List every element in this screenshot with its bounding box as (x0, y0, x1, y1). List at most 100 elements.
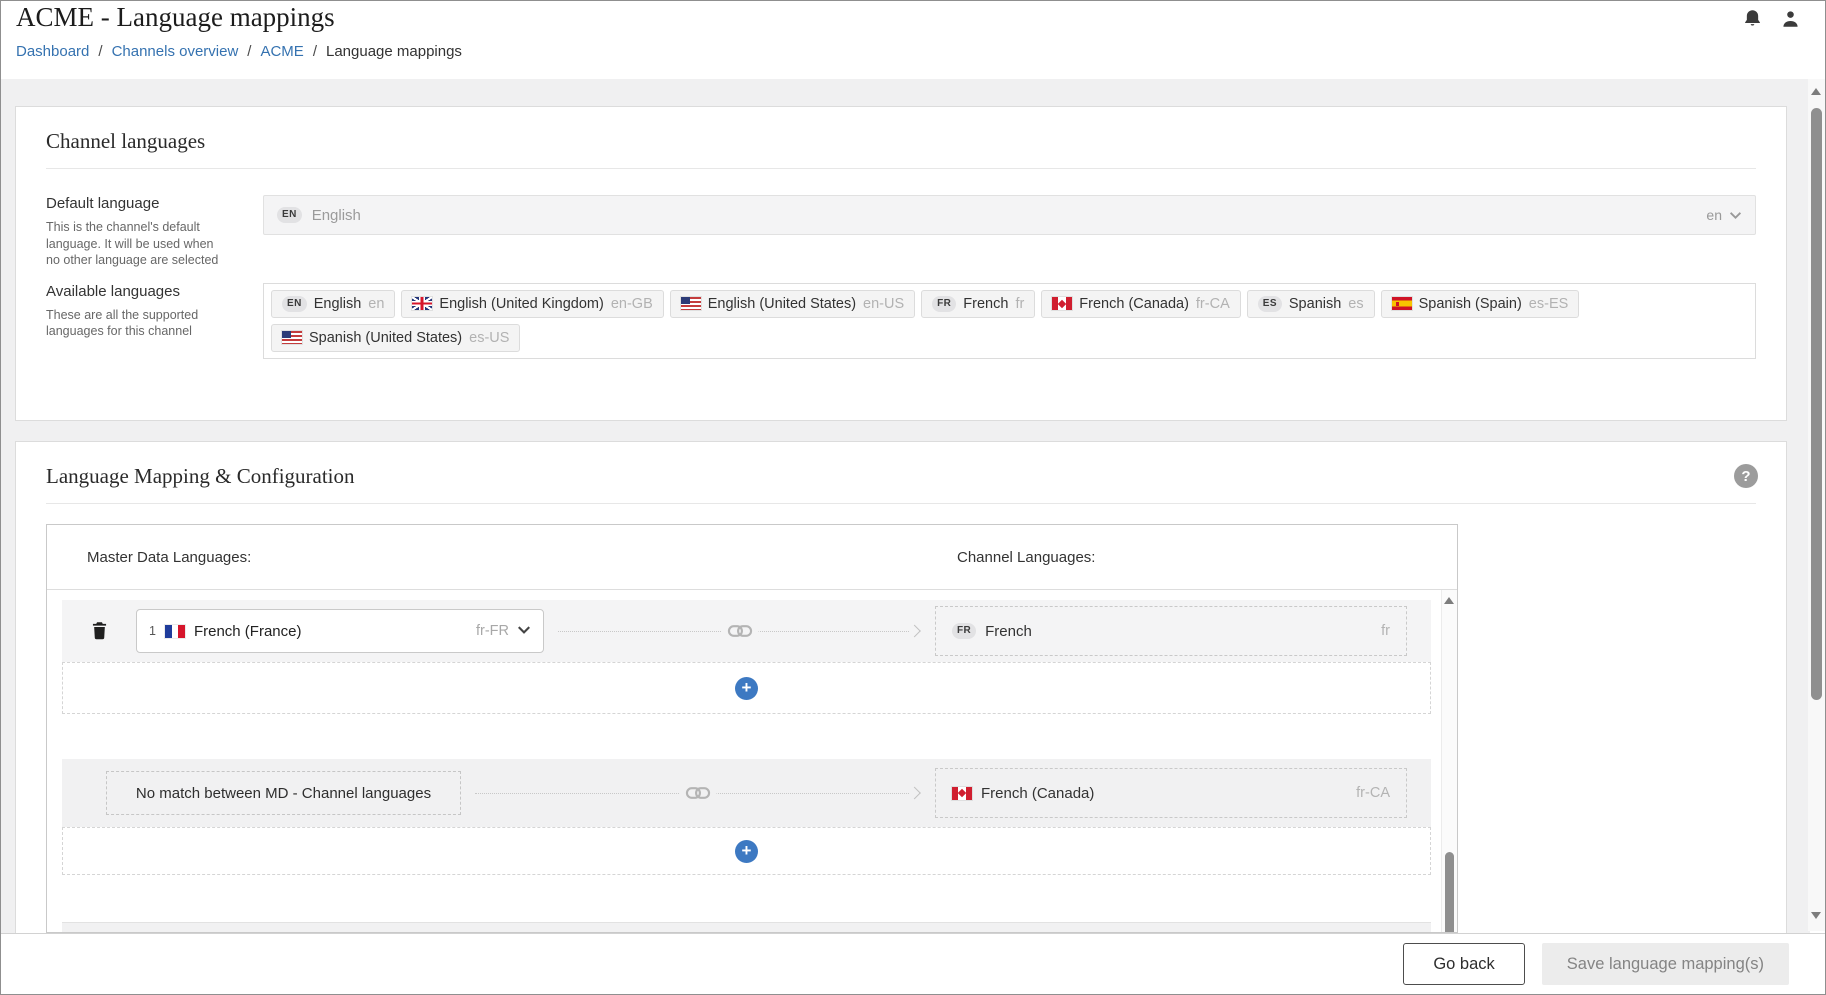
language-tag-code: en-GB (611, 296, 653, 312)
channel-language-code: fr-CA (1356, 785, 1390, 801)
language-tag-name: English (United States) (708, 296, 856, 312)
channel-language-code: fr (1381, 623, 1390, 639)
no-match-placeholder: No match between MD - Channel languages (106, 771, 461, 815)
delete-mapping-button[interactable] (88, 619, 110, 643)
chevron-down-icon (517, 622, 531, 640)
go-back-button[interactable]: Go back (1403, 943, 1524, 985)
scrollbar-thumb[interactable] (1445, 852, 1454, 932)
add-mapping-button[interactable]: + (735, 677, 758, 700)
master-data-languages-column-header: Master Data Languages: (87, 549, 251, 566)
spain-flag-icon (1392, 297, 1412, 310)
default-language-code-area: en (1706, 207, 1742, 223)
language-mapping-header: Language Mapping & Configuration ? (46, 464, 1756, 504)
chevron-down-icon (1729, 207, 1742, 223)
add-mapping-zone: + (62, 827, 1431, 875)
breadcrumb: Dashboard / Channels overview / ACME / L… (16, 43, 462, 60)
page-title: ACME - Language mappings (16, 2, 335, 33)
mapping-table: Master Data Languages: Channel Languages… (46, 524, 1458, 933)
scroll-down-arrow-icon[interactable] (1811, 912, 1821, 919)
language-tag-name: Spanish (1289, 296, 1341, 312)
language-tag: FR French fr (921, 290, 1035, 318)
default-language-code: en (1706, 207, 1722, 223)
language-tag-code: fr-CA (1196, 296, 1230, 312)
save-language-mappings-button[interactable]: Save language mapping(s) (1542, 943, 1789, 985)
breadcrumb-separator: / (247, 43, 251, 60)
breadcrumb-channels-overview[interactable]: Channels overview (112, 43, 239, 60)
language-tag: English (United Kingdom) en-GB (401, 290, 663, 318)
language-tag-name: French (963, 296, 1008, 312)
channel-language-box[interactable]: FR French fr (935, 606, 1407, 656)
default-language-row: Default language This is the channel's d… (16, 195, 1786, 269)
channel-languages-card: Channel languages Default language This … (15, 106, 1787, 421)
master-language-code-area: fr-FR (476, 622, 531, 640)
master-language-code: fr-FR (476, 623, 509, 639)
canada-flag-icon (1052, 297, 1072, 310)
mapping-scroll-area: 1 French (France) fr-FR (47, 589, 1457, 932)
default-language-label: Default language (46, 195, 251, 212)
content-area: Channel languages Default language This … (1, 79, 1810, 935)
language-tag-name: French (Canada) (1079, 296, 1189, 312)
app-header: ACME - Language mappings Dashboard / Cha… (1, 1, 1825, 79)
link-chain-icon (721, 624, 758, 638)
breadcrumb-acme[interactable]: ACME (260, 43, 303, 60)
uk-flag-icon (412, 297, 432, 310)
available-languages-row: Available languages These are all the su… (16, 283, 1786, 359)
user-account-icon[interactable] (1779, 8, 1803, 32)
default-language-description: This is the channel's default language. … (46, 219, 224, 269)
language-tag-name: English (United Kingdom) (439, 296, 603, 312)
mapping-row: 1 French (France) fr-FR (62, 600, 1431, 662)
add-mapping-button[interactable]: + (735, 840, 758, 863)
us-flag-icon (681, 297, 701, 310)
language-code-badge: ES (1258, 296, 1282, 312)
breadcrumb-current: Language mappings (326, 43, 462, 60)
connector-arrow-icon (908, 625, 921, 638)
connector-arrow-icon (908, 787, 921, 800)
language-tag-name: Spanish (United States) (309, 330, 462, 346)
language-mapping-title: Language Mapping & Configuration (46, 464, 1756, 489)
available-languages-label-col: Available languages These are all the su… (46, 283, 263, 359)
mapping-list-scrollbar[interactable] (1441, 590, 1457, 932)
channel-language-name: French (985, 623, 1032, 640)
language-tag: Spanish (Spain) es-ES (1381, 290, 1580, 318)
mapping-row-index: 1 (149, 624, 156, 638)
available-languages-label: Available languages (46, 283, 251, 300)
language-tag-code: en-US (863, 296, 904, 312)
page-scrollbar[interactable] (1808, 79, 1825, 931)
us-flag-icon (282, 331, 302, 344)
trash-icon (89, 630, 110, 645)
mapping-row-partial (62, 922, 1431, 932)
master-language-select[interactable]: 1 French (France) fr-FR (136, 609, 544, 653)
default-language-label-col: Default language This is the channel's d… (46, 195, 263, 269)
help-icon[interactable]: ? (1734, 464, 1758, 488)
app-window: ACME - Language mappings Dashboard / Cha… (0, 0, 1826, 995)
scroll-up-arrow-icon[interactable] (1811, 88, 1821, 95)
language-tag: English (United States) en-US (670, 290, 915, 318)
link-chain-icon (680, 786, 717, 800)
language-code-badge: FR (932, 296, 956, 312)
available-languages-description: These are all the supported languages fo… (46, 307, 224, 340)
notifications-bell-icon[interactable] (1741, 8, 1765, 32)
language-code-badge: EN (277, 207, 302, 223)
scroll-up-arrow-icon[interactable] (1444, 597, 1454, 604)
available-languages-list: EN English en English (United Kingdom) e… (263, 283, 1756, 359)
language-mapping-card: Language Mapping & Configuration ? Maste… (15, 441, 1787, 935)
mapping-connector (558, 618, 921, 644)
mapping-column-headers: Master Data Languages: Channel Languages… (47, 525, 1457, 589)
language-code-badge: EN (282, 296, 307, 312)
language-tag-code: fr (1015, 296, 1024, 312)
language-tag: French (Canada) fr-CA (1041, 290, 1240, 318)
action-footer: Go back Save language mapping(s) (1, 933, 1825, 994)
default-language-select[interactable]: EN English en (263, 195, 1756, 235)
channel-language-box[interactable]: French (Canada) fr-CA (935, 768, 1407, 818)
default-language-value: English (312, 207, 361, 224)
breadcrumb-separator: / (313, 43, 317, 60)
language-tag-code: es-US (469, 330, 509, 346)
language-tag-name: English (314, 296, 362, 312)
canada-flag-icon (952, 787, 972, 800)
channel-languages-column-header: Channel Languages: (957, 549, 1095, 566)
breadcrumb-separator: / (98, 43, 102, 60)
breadcrumb-dashboard[interactable]: Dashboard (16, 43, 89, 60)
channel-languages-title: Channel languages (46, 129, 1756, 154)
language-code-badge: FR (952, 623, 976, 639)
scrollbar-thumb[interactable] (1811, 108, 1822, 700)
